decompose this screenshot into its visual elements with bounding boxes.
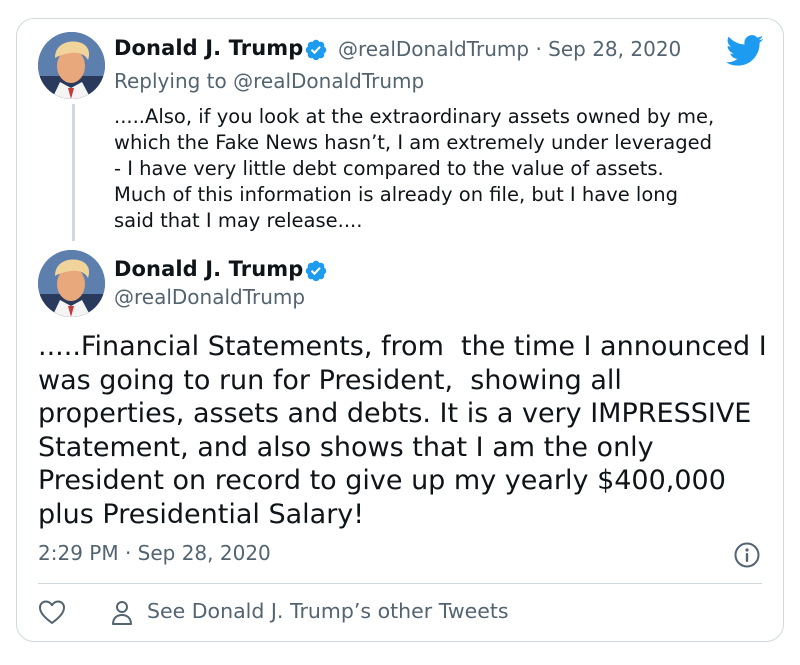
text-line: - I have very little debt compared to th…: [114, 157, 664, 180]
text-line: properties, assets and debts. It is a ve…: [38, 398, 752, 429]
author-name[interactable]: Donald J. Trump: [114, 257, 303, 281]
text-line: was going to run for President, showing …: [38, 364, 622, 396]
author-handle[interactable]: @realDonaldTrump · Sep 28, 2020: [338, 37, 681, 61]
main-tweet-text: .....Financial Statements, from the time…: [38, 330, 768, 531]
verified-badge-icon: [305, 260, 327, 282]
text-line: Much of this information is already on f…: [114, 183, 679, 206]
embedded-tweet-card: Donald J. Trump @realDonaldTrump · Sep 2…: [16, 18, 784, 642]
avatar-portrait-image: [38, 250, 105, 317]
person-icon[interactable]: [110, 599, 134, 627]
tweet-timestamp[interactable]: 2:29 PM · Sep 28, 2020: [38, 541, 271, 565]
avatar[interactable]: [38, 32, 105, 99]
text-line: .....Also, if you look at the extraordin…: [114, 105, 715, 128]
separator-dot: ·: [535, 37, 542, 61]
author-name[interactable]: Donald J. Trump: [114, 36, 303, 60]
text-line: .....Financial Statements, from the time…: [38, 331, 767, 362]
heart-icon[interactable]: [38, 599, 66, 625]
avatar-portrait-image: [38, 32, 105, 99]
twitter-bird-icon[interactable]: [726, 35, 764, 67]
see-other-tweets-link[interactable]: See Donald J. Trump’s other Tweets: [147, 599, 509, 623]
replying-to: Replying to @realDonaldTrump: [114, 69, 425, 93]
author-handle[interactable]: @realDonaldTrump: [114, 285, 305, 309]
verified-badge-icon: [305, 39, 327, 61]
text-line: President on record to give up my yearly…: [38, 465, 726, 496]
parent-tweet-text: .....Also, if you look at the extraordin…: [114, 104, 764, 234]
text-line: which the Fake News hasn’t, I am extreme…: [114, 131, 712, 154]
text-line: Statement, and also shows that I am the …: [38, 431, 654, 463]
text-line: said that I may release....: [114, 209, 363, 232]
avatar[interactable]: [38, 250, 105, 317]
tweet-date[interactable]: Sep 28, 2020: [548, 37, 681, 61]
divider: [38, 583, 762, 584]
text-line: plus Presidential Salary!: [38, 498, 365, 530]
replying-to-handle[interactable]: @realDonaldTrump: [233, 69, 424, 93]
info-icon[interactable]: [734, 542, 760, 568]
thread-connector-line: [72, 104, 75, 241]
